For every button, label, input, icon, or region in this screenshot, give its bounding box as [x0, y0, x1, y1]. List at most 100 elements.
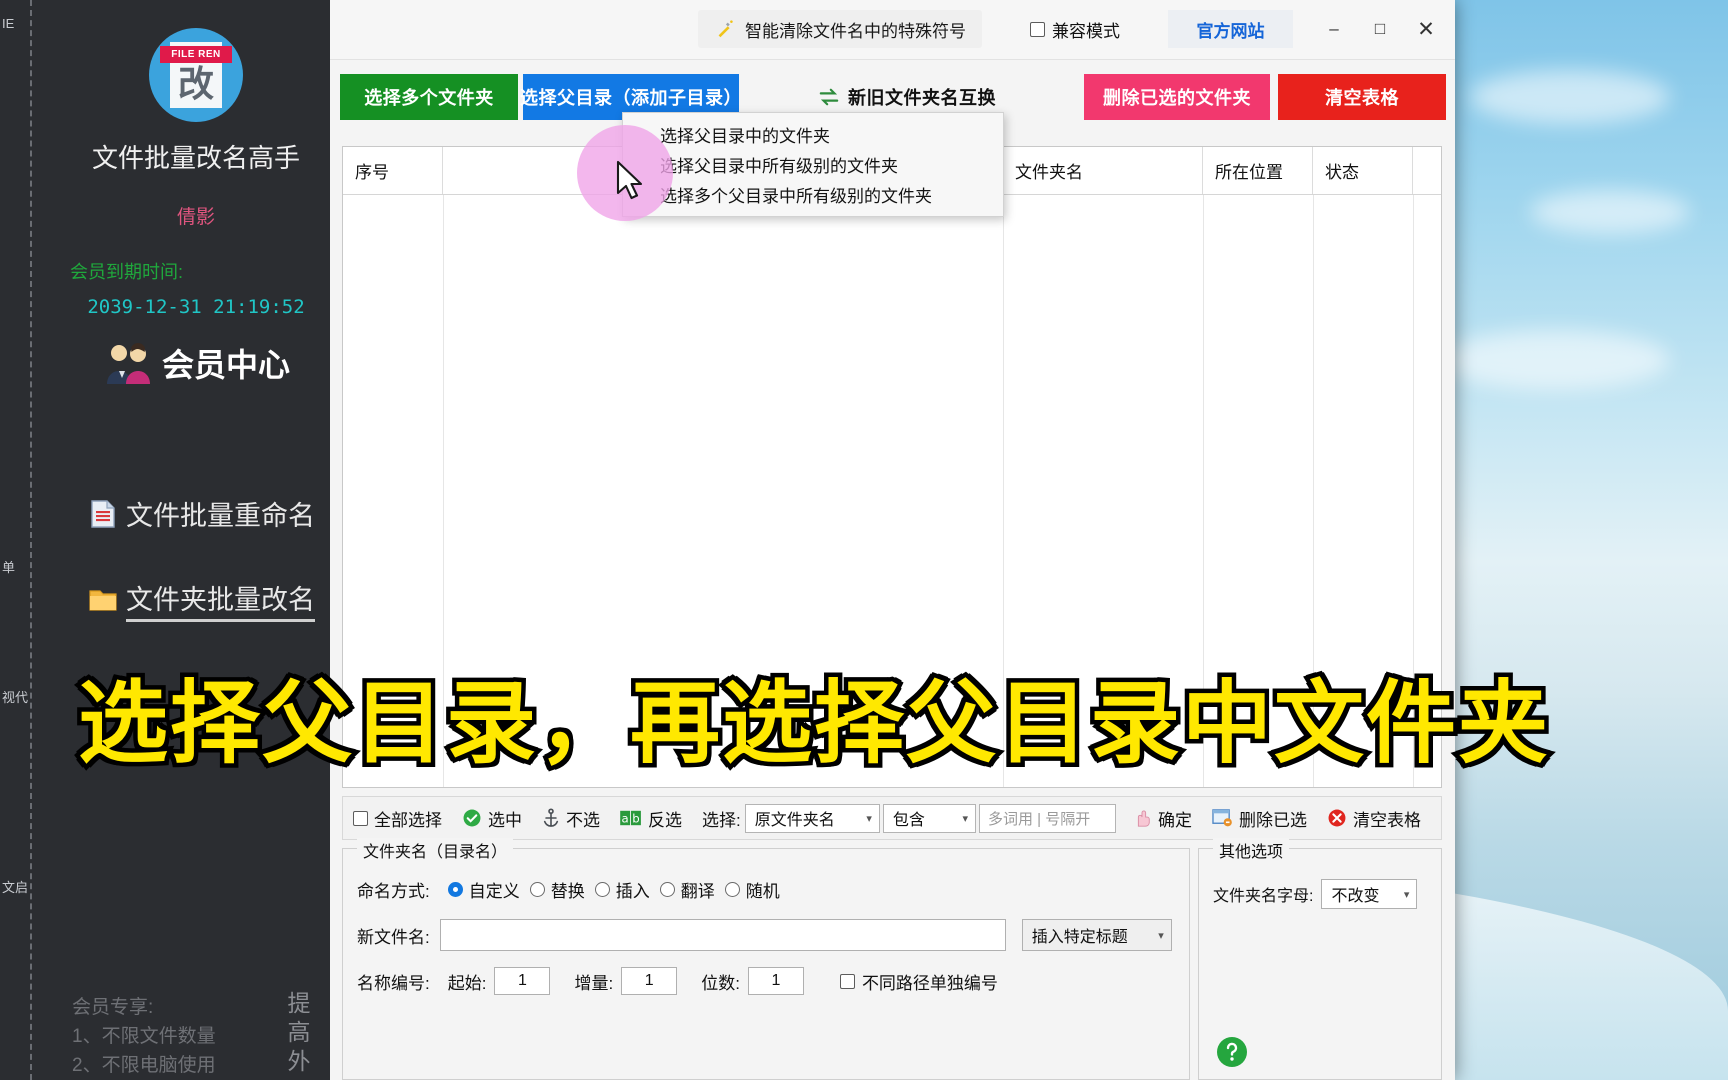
naming-mode-translate-label: 翻译 — [680, 882, 715, 901]
sidebar-vertical-note: 提 高 外 — [284, 989, 314, 1076]
swap-arrows-icon: a b — [620, 810, 641, 826]
delete-selected-folders-button[interactable]: 删除已选的文件夹 — [1084, 74, 1270, 120]
maximize-button[interactable]: □ — [1357, 8, 1403, 50]
increment-value-input[interactable]: 1 — [621, 967, 678, 995]
compat-mode-label: 兼容模式 — [1052, 21, 1120, 41]
sidebar-item-file-batch-rename[interactable]: 文件批量重命名 — [88, 494, 315, 533]
new-name-input[interactable] — [439, 919, 1006, 951]
select-checked-button[interactable]: 选中 — [462, 806, 522, 831]
chevron-down-icon: ▾ — [866, 812, 872, 825]
membership-expire-value: 2039-12-31 21:19:52 — [87, 296, 305, 318]
filter-field-select[interactable]: 原文件夹名 ▾ — [744, 803, 880, 833]
filter-field-value: 原文件夹名 — [754, 812, 835, 829]
sidebar-item-folder-batch-rename[interactable]: 文件夹批量改名 — [88, 578, 315, 622]
member-perks-list: 会员专享: 1、不限文件数量 2、不限电脑使用 — [72, 993, 272, 1080]
column-header-extra[interactable] — [1413, 147, 1441, 194]
separate-numbering-checkbox[interactable]: 不同路径单独编号 — [839, 969, 998, 994]
app-sidebar: FILE REN 改 文件批量改名高手 倩影 会员到期时间: 2039-12-3… — [62, 0, 330, 1080]
naming-mode-option-random[interactable]: 随机 — [724, 877, 780, 902]
naming-mode-option-insert[interactable]: 插入 — [594, 877, 650, 902]
new-name-label: 新文件名: — [357, 927, 430, 947]
red-x-icon — [1328, 809, 1346, 827]
column-header-status[interactable]: 状态 — [1313, 147, 1413, 194]
separate-numbering-label: 不同路径单独编号 — [861, 973, 998, 993]
confirm-filter-button[interactable]: 确定 — [1132, 806, 1192, 831]
smart-clean-feature-button[interactable]: 智能清除文件名中的特殊符号 — [698, 10, 982, 48]
filter-match-select[interactable]: 包含 ▾ — [882, 803, 976, 833]
start-label: 起始: — [447, 973, 487, 993]
parent-directory-dropdown-menu[interactable]: 选择父目录中的文件夹 选择父目录中所有级别的文件夹 选择多个父目录中所有级别的文… — [622, 112, 1004, 217]
dashed-divider — [30, 0, 32, 1080]
svg-text:b: b — [632, 812, 639, 826]
column-header-location[interactable]: 所在位置 — [1203, 147, 1313, 194]
select-checked-label: 选中 — [488, 810, 522, 830]
delete-selected-button[interactable]: 删除已选 — [1212, 806, 1307, 831]
start-value-input[interactable]: 1 — [494, 967, 551, 995]
membership-expire-label: 会员到期时间: — [70, 262, 184, 282]
clear-table-toolbar-label: 清空表格 — [1353, 810, 1421, 830]
official-site-label: 官方网站 — [1196, 21, 1265, 41]
video-caption: 选择父目录，再选择父目录中文件夹 — [74, 670, 1553, 779]
confirm-filter-label: 确定 — [1158, 810, 1192, 830]
logo-paper-shape: FILE REN 改 — [160, 42, 232, 108]
filter-keyword-input[interactable]: 多词用 | 号隔开 — [978, 803, 1116, 833]
swap-old-new-names-label: 新旧文件夹名互换 — [848, 88, 996, 108]
invert-selection-button[interactable]: a b 反选 — [620, 806, 682, 831]
smart-clean-label: 智能清除文件名中的特殊符号 — [745, 21, 966, 41]
radio-indicator — [447, 882, 463, 897]
naming-mode-insert-label: 插入 — [615, 882, 650, 901]
member-center-label: 会员中心 — [162, 347, 291, 383]
menu-item-select-folders-in-parent[interactable]: 选择父目录中的文件夹 — [623, 119, 1003, 149]
digits-value-input[interactable]: 1 — [747, 967, 804, 995]
delete-selected-label: 删除已选 — [1239, 810, 1307, 830]
column-header-foldername[interactable]: 文件夹名 — [1003, 147, 1203, 194]
radio-indicator — [659, 882, 675, 897]
help-badge[interactable] — [1215, 1035, 1249, 1074]
member-couple-icon — [107, 343, 150, 384]
magic-wand-icon — [718, 20, 733, 38]
application-window: 智能清除文件名中的特殊符号 兼容模式 官方网站 – □ ✕ 选择多个文件夹 选择… — [330, 0, 1455, 1080]
select-all-label: 全部选择 — [374, 810, 442, 830]
close-button[interactable]: ✕ — [1403, 8, 1449, 50]
green-check-icon — [463, 809, 481, 827]
chevron-down-icon: ▾ — [962, 812, 968, 825]
vertical-note-char-0: 提 — [287, 990, 311, 1016]
title-bar: 智能清除文件名中的特殊符号 兼容模式 官方网站 – □ ✕ — [330, 0, 1455, 60]
cloud-shape — [1470, 70, 1670, 124]
insert-specific-title-button[interactable]: 插入特定标题 ▾ — [1021, 919, 1172, 951]
numbering-label: 名称编号: — [357, 973, 430, 993]
naming-mode-option-replace[interactable]: 替换 — [529, 877, 585, 902]
other-options-group-title: 其他选项 — [1213, 838, 1290, 862]
minimize-button[interactable]: – — [1311, 8, 1357, 50]
select-multiple-folders-button[interactable]: 选择多个文件夹 — [340, 74, 518, 120]
clear-table-button[interactable]: 清空表格 — [1278, 74, 1446, 120]
swap-icon — [819, 88, 839, 106]
select-all-checkbox[interactable]: 全部选择 — [353, 806, 442, 831]
mouse-cursor — [616, 160, 643, 200]
case-option-row: 文件夹名字母: 不改变 ▾ — [1213, 879, 1418, 909]
selection-toolbar: 全部选择 选中 不选 a b 反选 选择: 原文件夹名 ▾ 包含 ▾ 多词用 |… — [342, 796, 1442, 840]
case-option-select[interactable]: 不改变 ▾ — [1321, 879, 1418, 909]
deselect-button[interactable]: 不选 — [542, 806, 600, 831]
chevron-down-icon: ▾ — [1158, 929, 1164, 942]
chevron-down-icon: ▾ — [1403, 888, 1410, 901]
sidebar-item-file-batch-rename-label: 文件批量重命名 — [126, 501, 315, 531]
member-center-button[interactable]: 会员中心 — [102, 340, 290, 386]
deselect-label: 不选 — [566, 810, 600, 830]
sidebar-app-name: 文件批量改名高手 — [91, 143, 300, 173]
strip-label-1: 单 — [2, 560, 16, 575]
naming-mode-option-custom[interactable]: 自定义 — [447, 877, 520, 902]
official-site-link[interactable]: 官方网站 — [1168, 10, 1293, 48]
naming-mode-option-translate[interactable]: 翻译 — [659, 877, 715, 902]
member-perk-2: 2、不限电脑使用 — [72, 1055, 216, 1076]
column-header-index[interactable]: 序号 — [343, 147, 443, 194]
window-controls: – □ ✕ — [1311, 8, 1449, 50]
compat-mode-checkbox[interactable]: 兼容模式 — [1030, 10, 1120, 48]
menu-item-select-all-levels-in-parent[interactable]: 选择父目录中所有级别的文件夹 — [623, 149, 1003, 179]
green-help-icon — [1217, 1037, 1247, 1067]
checkbox-box — [839, 973, 855, 989]
clear-table-toolbar-button[interactable]: 清空表格 — [1327, 806, 1421, 831]
anchor-icon — [543, 808, 559, 827]
sidebar-user-name: 倩影 — [176, 207, 215, 228]
menu-item-select-all-levels-multi-parents[interactable]: 选择多个父目录中所有级别的文件夹 — [623, 179, 1003, 209]
